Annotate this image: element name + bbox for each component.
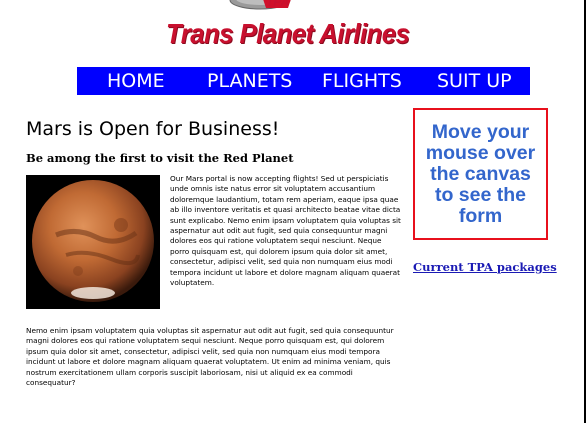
page: TPA Trans Planet Airlines HOME PLANETS F… [0,0,584,423]
canvas-prompt-text: Move your mouse over the canvas to see t… [425,120,536,227]
main-nav: HOME PLANETS FLIGHTS SUIT UP [77,67,530,95]
logo-text: TPA [266,0,289,9]
current-packages-link[interactable]: Current TPA packages [413,260,557,274]
detail-paragraph: Nemo enim ipsam voluptatem quia voluptas… [26,326,394,388]
nav-item-home[interactable]: HOME [107,70,165,92]
nav-item-suit-up[interactable]: SUIT UP [437,70,512,92]
site-title[interactable]: Trans Planet Airlines [166,18,410,50]
nav-item-flights[interactable]: FLIGHTS [322,70,402,92]
site-header: TPA Trans Planet Airlines [160,0,430,56]
nav-item-planets[interactable]: PLANETS [207,70,292,92]
canvas-form-box[interactable]: Move your mouse over the canvas to see t… [413,108,548,240]
intro-paragraph: Our Mars portal is now accepting flights… [170,174,401,288]
mars-image [26,175,160,309]
page-title: Mars is Open for Business! [26,118,280,140]
tpa-logo-icon[interactable]: TPA [222,0,302,16]
page-subtitle: Be among the first to visit the Red Plan… [26,151,294,165]
